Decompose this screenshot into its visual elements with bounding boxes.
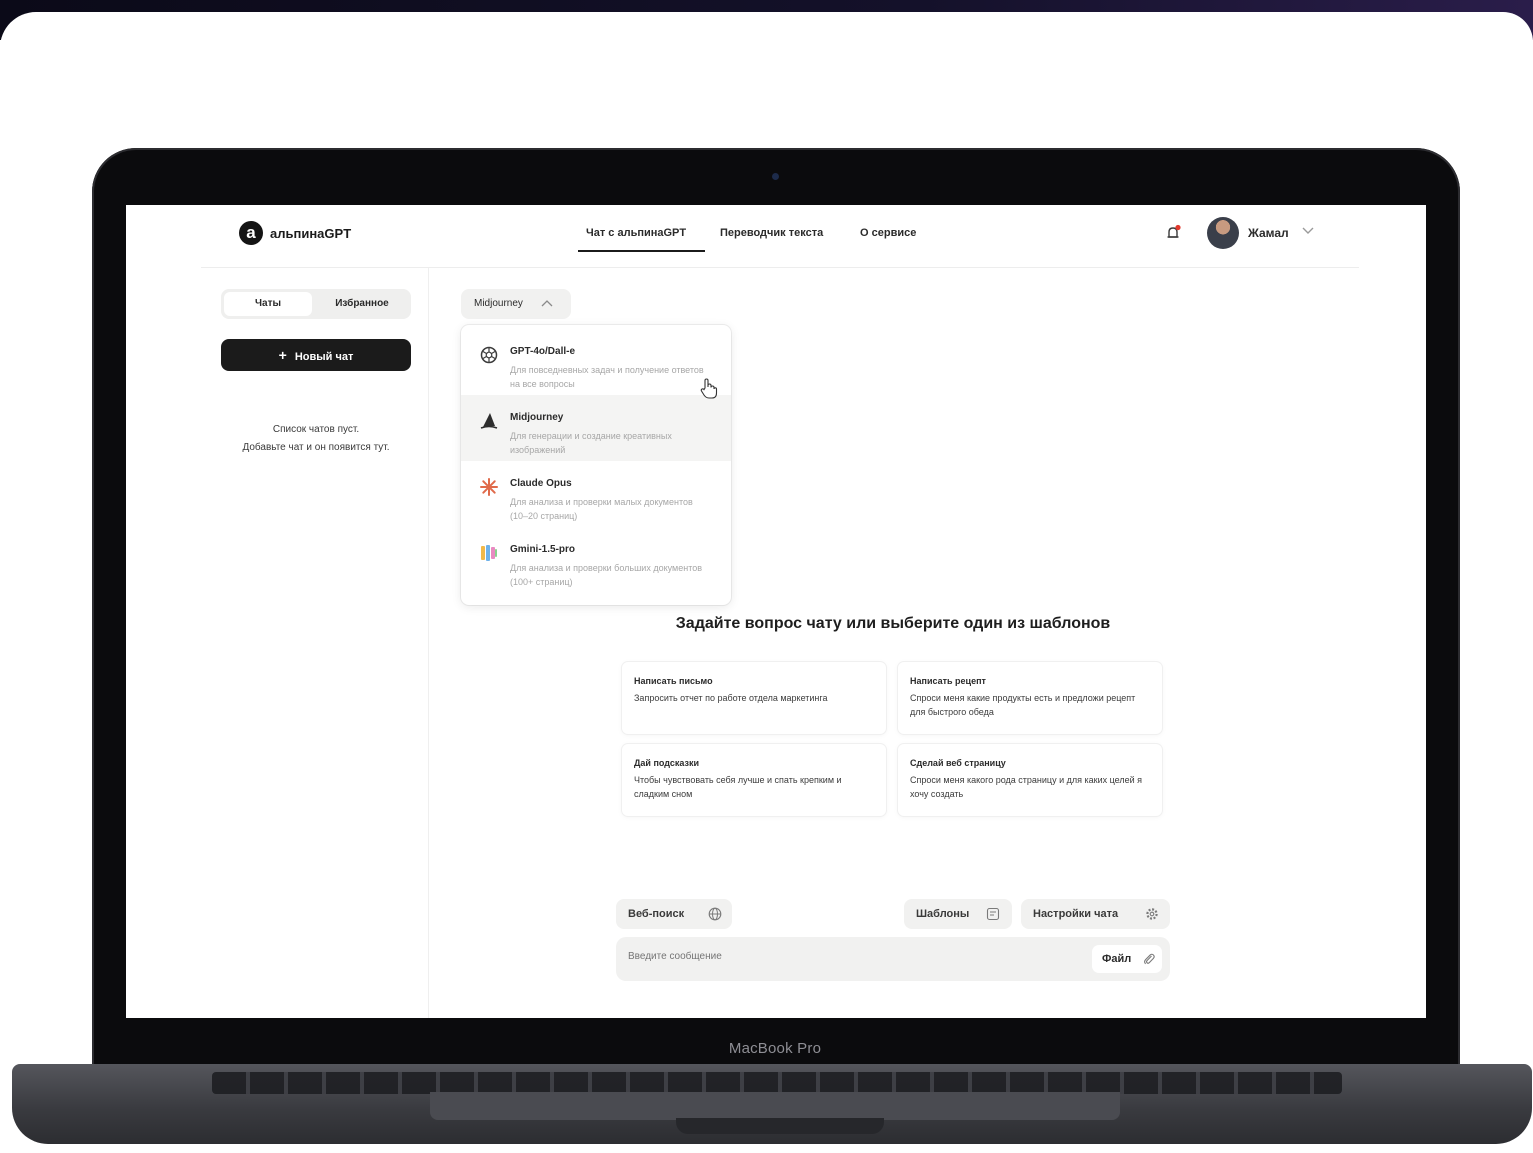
model-option-title: Gmini-1.5-pro	[510, 544, 576, 555]
tab-favorites[interactable]: Избранное	[316, 292, 408, 316]
web-search-label: Веб-поиск	[628, 908, 685, 920]
logo-icon[interactable]: a	[239, 221, 263, 245]
plus-icon: +	[278, 347, 287, 363]
user-avatar[interactable]	[1207, 217, 1239, 249]
empty-chats-hint: Добавьте чат и он появится тут.	[242, 442, 390, 453]
midjourney-sail-icon	[480, 413, 498, 429]
templates-label: Шаблоны	[916, 908, 970, 920]
gemini-icon	[481, 545, 497, 561]
globe-icon	[708, 907, 722, 921]
gear-icon	[1146, 908, 1158, 920]
model-option-gemini[interactable]: Gmini-1.5-pro Для анализа и проверки бол…	[461, 527, 731, 593]
chevron-down-icon[interactable]	[1301, 226, 1315, 236]
template-desc: Спроси меня какие продукты есть и предло…	[910, 693, 1136, 717]
message-composer: Файл	[616, 937, 1170, 981]
claude-burst-icon	[480, 478, 498, 496]
model-selector[interactable]: Midjourney	[461, 289, 571, 319]
template-card-webpage[interactable]: Сделай веб страницу Спроси меня какого р…	[898, 744, 1162, 816]
user-name[interactable]: Жамал	[1248, 226, 1289, 240]
model-option-desc: Для повседневных задач и получение ответ…	[510, 365, 704, 389]
template-card-tips[interactable]: Дай подсказки Чтобы чувствовать себя луч…	[622, 744, 886, 816]
model-option-title: GPT-4o/Dall-e	[510, 346, 576, 357]
template-title: Написать рецепт	[910, 676, 986, 686]
sidebar-divider	[428, 268, 429, 1018]
stage: a альпинаGPT Чат с альпинаGPT Переводчик…	[0, 0, 1533, 1153]
nav-active-underline	[578, 250, 705, 252]
hand-cursor-icon	[700, 378, 718, 399]
model-dropdown: GPT-4o/Dall-e Для повседневных задач и п…	[461, 325, 731, 605]
paperclip-icon	[1144, 953, 1155, 965]
keyboard-strip	[212, 1072, 1342, 1094]
notification-bell-icon[interactable]	[1164, 224, 1182, 242]
template-desc: Запросить отчет по работе отдела маркети…	[634, 693, 828, 703]
chevron-up-icon	[541, 300, 553, 307]
template-title: Сделай веб страницу	[910, 758, 1006, 768]
template-desc: Спроси меня какого рода страницу и для к…	[910, 775, 1143, 799]
web-search-button[interactable]: Веб-поиск	[616, 899, 732, 929]
page-title: Задайте вопрос чату или выберите один из…	[675, 615, 1111, 632]
header-divider	[201, 267, 1359, 268]
sidebar-tabs: Чаты Избранное	[221, 289, 411, 319]
model-option-gpt[interactable]: GPT-4o/Dall-e Для повседневных задач и п…	[461, 329, 731, 395]
chat-settings-label: Настройки чата	[1033, 908, 1119, 920]
template-card-letter[interactable]: Написать письмо Запросить отчет по работ…	[622, 662, 886, 734]
template-title: Дай подсказки	[634, 758, 699, 768]
model-selector-value: Midjourney	[474, 298, 523, 309]
chat-settings-button[interactable]: Настройки чата	[1021, 899, 1170, 929]
model-option-title: Midjourney	[510, 412, 564, 423]
file-label: Файл	[1102, 953, 1132, 965]
template-desc: Чтобы чувствовать себя лучше и спать кре…	[634, 775, 842, 799]
app-screen: a альпинаGPT Чат с альпинаGPT Переводчик…	[126, 205, 1426, 1018]
nav-chat[interactable]: Чат с альпинаGPT	[586, 227, 686, 239]
model-option-desc: Для анализа и проверки больших документо…	[510, 563, 702, 587]
model-option-title: Claude Opus	[510, 478, 572, 489]
model-option-claude[interactable]: Claude Opus Для анализа и проверки малых…	[461, 461, 731, 527]
empty-chats-text: Список чатов пуст.	[272, 424, 360, 435]
new-chat-button[interactable]: + Новый чат	[221, 339, 411, 371]
model-option-midjourney[interactable]: Midjourney Для генерации и создание креа…	[461, 395, 731, 461]
message-input[interactable]	[628, 951, 1068, 962]
attach-file-button[interactable]: Файл	[1092, 945, 1162, 973]
logo-text[interactable]: альпинаGPT	[270, 226, 351, 241]
template-title: Написать письмо	[634, 676, 713, 686]
webcam	[772, 173, 779, 180]
top-white-card	[0, 12, 1533, 72]
laptop-notch	[676, 1118, 884, 1134]
templates-button[interactable]: Шаблоны	[904, 899, 1012, 929]
openai-icon	[480, 346, 498, 364]
template-card-recipe[interactable]: Написать рецепт Спроси меня какие продук…	[898, 662, 1162, 734]
model-option-desc: Для генерации и создание креативных изоб…	[510, 431, 672, 455]
tab-chats[interactable]: Чаты	[224, 292, 312, 316]
device-label: MacBook Pro	[728, 1040, 822, 1057]
laptop-front-edge	[430, 1092, 1120, 1120]
model-option-desc: Для анализа и проверки малых документов …	[510, 497, 693, 521]
template-icon	[986, 907, 1000, 921]
nav-about[interactable]: О сервисе	[860, 227, 916, 239]
nav-translator[interactable]: Переводчик текста	[720, 227, 823, 239]
new-chat-label: Новый чат	[294, 351, 354, 363]
